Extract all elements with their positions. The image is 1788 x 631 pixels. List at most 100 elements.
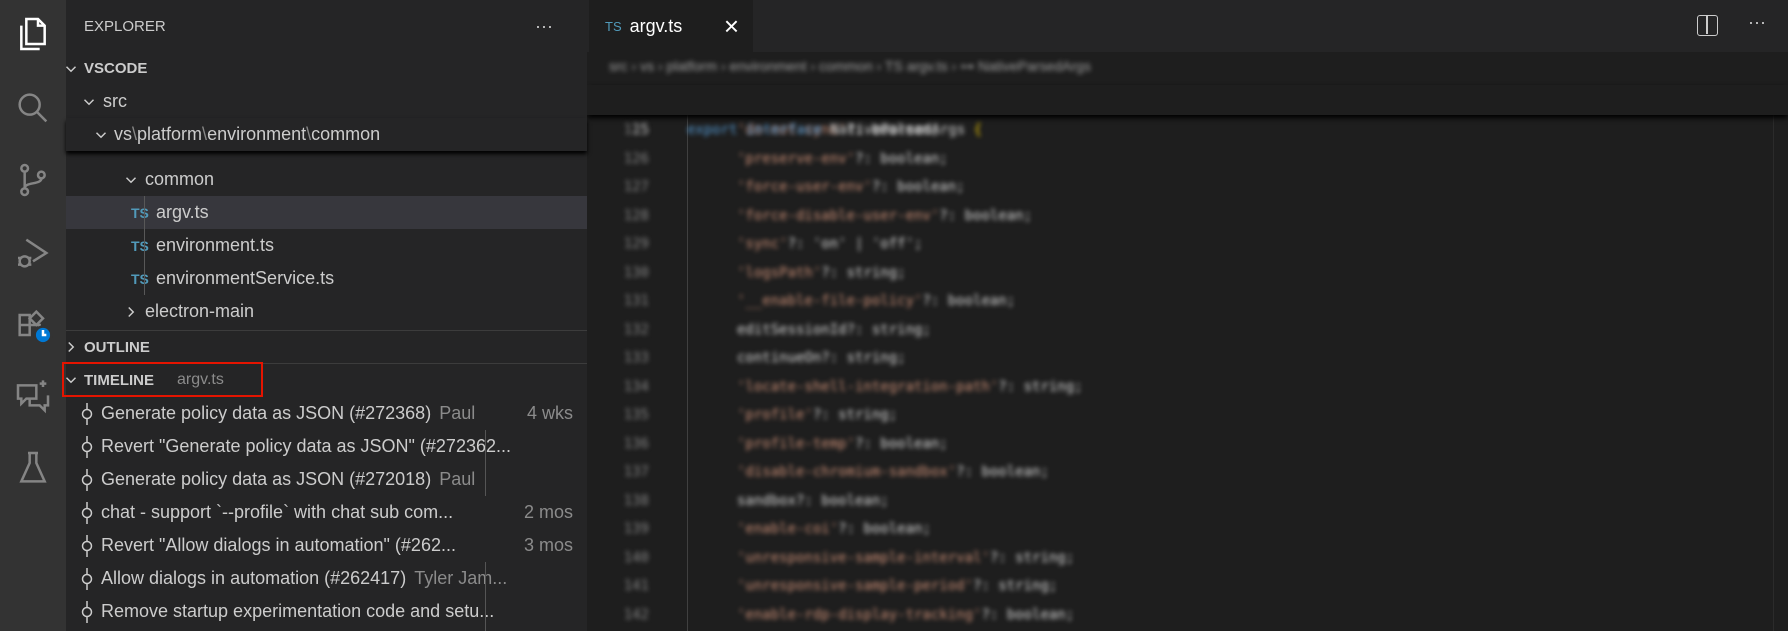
timeline-item-label: Allow dialogs in automation (#262417) xyxy=(101,568,407,588)
code-rest: ?: boolean; xyxy=(922,293,1016,309)
code-rest: ?: boolean; xyxy=(956,464,1049,480)
code-key: 'sync' xyxy=(737,236,788,252)
timeline-item[interactable]: Remove startup experimentation code and … xyxy=(66,595,587,628)
code-editor[interactable]: src › vs › platform › environment › comm… xyxy=(587,52,1788,631)
tab-label: argv.ts xyxy=(629,15,683,36)
path-segment: vs xyxy=(114,124,132,144)
beaker-icon[interactable] xyxy=(13,448,53,488)
line-number: 15 xyxy=(632,122,649,138)
code-key: 'logsPath' xyxy=(737,264,822,281)
timeline-item-time: 3 mos xyxy=(523,535,573,555)
code-line: continueOn?: string; xyxy=(737,350,906,366)
code-rest: ?: string; xyxy=(812,407,898,423)
line-number: 138 xyxy=(623,492,649,509)
chevron-down-icon xyxy=(122,171,140,189)
code-line: 'sync'?: 'on' | 'off'; xyxy=(737,236,922,252)
tree-item-src[interactable]: src xyxy=(66,85,587,118)
path-segment: environment xyxy=(207,124,307,144)
code-line: editSessionId?: string; xyxy=(737,322,931,338)
commit-icon xyxy=(80,435,94,458)
code-key: 'disable-chromium-sandbox' xyxy=(737,464,957,480)
timeline-item-label: Revert "Allow dialogs in automation" (#2… xyxy=(101,535,456,555)
activity-bar xyxy=(0,0,66,631)
timeline-item[interactable]: Allow dialogs in automation (#262417) Tyl… xyxy=(66,562,587,595)
line-number: 137 xyxy=(623,464,649,480)
timeline-item-label: Remove startup experimentation code and … xyxy=(101,601,495,621)
timeline-item-author: Paul xyxy=(439,469,476,489)
typescript-file-icon: TS xyxy=(605,18,622,34)
timeline-separator xyxy=(485,562,486,631)
typescript-file-icon: TS xyxy=(131,237,149,254)
more-actions-button[interactable]: ··· xyxy=(535,10,565,43)
tree-item-label: electron-main xyxy=(145,301,255,321)
outline-title: OUTLINE xyxy=(84,338,150,356)
more-actions-icon[interactable]: ··· xyxy=(1748,12,1766,33)
timeline-item[interactable]: chat - support `--profile` with chat sub… xyxy=(66,496,587,529)
timeline-item-author: Tyler Jam... xyxy=(414,568,508,588)
more-icon: ··· xyxy=(535,16,553,36)
code-line: 'enable-coi'?: boolean; xyxy=(737,521,931,537)
split-editor-icon[interactable] xyxy=(1697,15,1718,36)
close-icon[interactable]: × xyxy=(724,11,739,42)
timeline-item-time: 2 mos xyxy=(523,502,573,522)
tab-argv-ts[interactable]: TS argv.ts × xyxy=(589,0,753,52)
search-icon[interactable] xyxy=(13,88,53,128)
code-key: 'locate-shell-integration-path' xyxy=(737,378,999,395)
code-line: '__enable-file-policy'?: boolean; xyxy=(737,293,1015,309)
commit-icon xyxy=(80,501,94,524)
code-rest: ?: string; xyxy=(998,378,1083,395)
code-key: 'unresponsive-sample-interval' xyxy=(737,549,990,566)
source-control-icon[interactable] xyxy=(13,160,53,200)
code-rest: ?: boolean; xyxy=(838,521,931,537)
tree-item-label: argv.ts xyxy=(156,202,209,222)
sticky-path-row[interactable]: vs\platform\environment\common xyxy=(66,118,587,151)
code-rest: ?: string; xyxy=(989,549,1075,566)
timeline-item[interactable]: Generate policy data as JSON (#272018) Pa… xyxy=(66,463,587,496)
chevron-right-icon xyxy=(62,338,80,356)
code-rest: ?: string; xyxy=(821,264,906,281)
timeline-item-time: 4 wks xyxy=(526,403,573,423)
extensions-icon[interactable] xyxy=(13,305,53,345)
code-rest: ?: 'on' | 'off'; xyxy=(787,236,923,252)
chat-sparkle-icon[interactable] xyxy=(13,377,53,417)
code-rest: ?: string; xyxy=(973,578,1058,594)
tree-item-electron-main[interactable]: electron-main xyxy=(66,295,587,328)
code-key: 'enable-rdp-display-tracking' xyxy=(737,606,982,623)
line-number: 131 xyxy=(623,293,649,309)
root-folder-header[interactable]: VSCODE xyxy=(65,52,587,85)
files-icon[interactable] xyxy=(13,14,53,54)
timeline-separator xyxy=(485,430,486,496)
code-line: 'profile-temp'?: boolean; xyxy=(737,436,948,452)
tree-item-label: common xyxy=(145,169,215,189)
commit-icon xyxy=(80,534,94,557)
code-line: 'logsPath'?: string; xyxy=(737,265,906,281)
line-number: 142 xyxy=(623,606,649,623)
timeline-item[interactable]: Generate policy data as JSON (#272368) Pa… xyxy=(66,397,587,430)
line-number: 132 xyxy=(623,321,649,338)
timeline-item[interactable]: Revert "Allow dialogs in automation" (#2… xyxy=(66,529,587,562)
line-number: 133 xyxy=(623,350,649,366)
run-debug-icon[interactable] xyxy=(13,233,53,273)
explorer-title: EXPLORER xyxy=(84,10,587,43)
code-line: 'unresponsive-sample-interval'?: string; xyxy=(737,550,1074,566)
timeline-item-label: Generate policy data as JSON (#272018) xyxy=(101,469,432,489)
tab-bar: TS argv.ts × ··· xyxy=(587,0,1788,52)
commit-icon xyxy=(80,468,94,491)
sidebar: EXPLORER ··· VSCODE src vs\platform\envi… xyxy=(62,0,587,631)
code-line: 'unresponsive-sample-period'?: string; xyxy=(737,578,1057,594)
timeline-item-author: Paul xyxy=(439,403,476,423)
line-number: 130 xyxy=(623,264,649,281)
code-rest: ?: boolean; xyxy=(855,435,948,452)
line-number: 139 xyxy=(623,521,649,537)
explorer-title-text: EXPLORER xyxy=(84,18,166,35)
sticky-scroll-line[interactable]: 15 export interface NativeParsedArgs { xyxy=(587,85,1788,138)
code-key: '__enable-file-policy' xyxy=(737,293,923,309)
line-number: 140 xyxy=(623,549,649,566)
tree-item-common[interactable]: common xyxy=(66,163,587,196)
code-key: 'profile-temp' xyxy=(737,435,856,452)
code-key: 'profile' xyxy=(737,407,813,423)
timeline-item[interactable]: Revert "Generate policy data as JSON" (#… xyxy=(66,430,587,463)
outline-header[interactable]: OUTLINE xyxy=(66,330,587,363)
timeline-item-label: Revert "Generate policy data as JSON" (#… xyxy=(101,436,511,456)
tree-item-label: src xyxy=(103,91,127,111)
